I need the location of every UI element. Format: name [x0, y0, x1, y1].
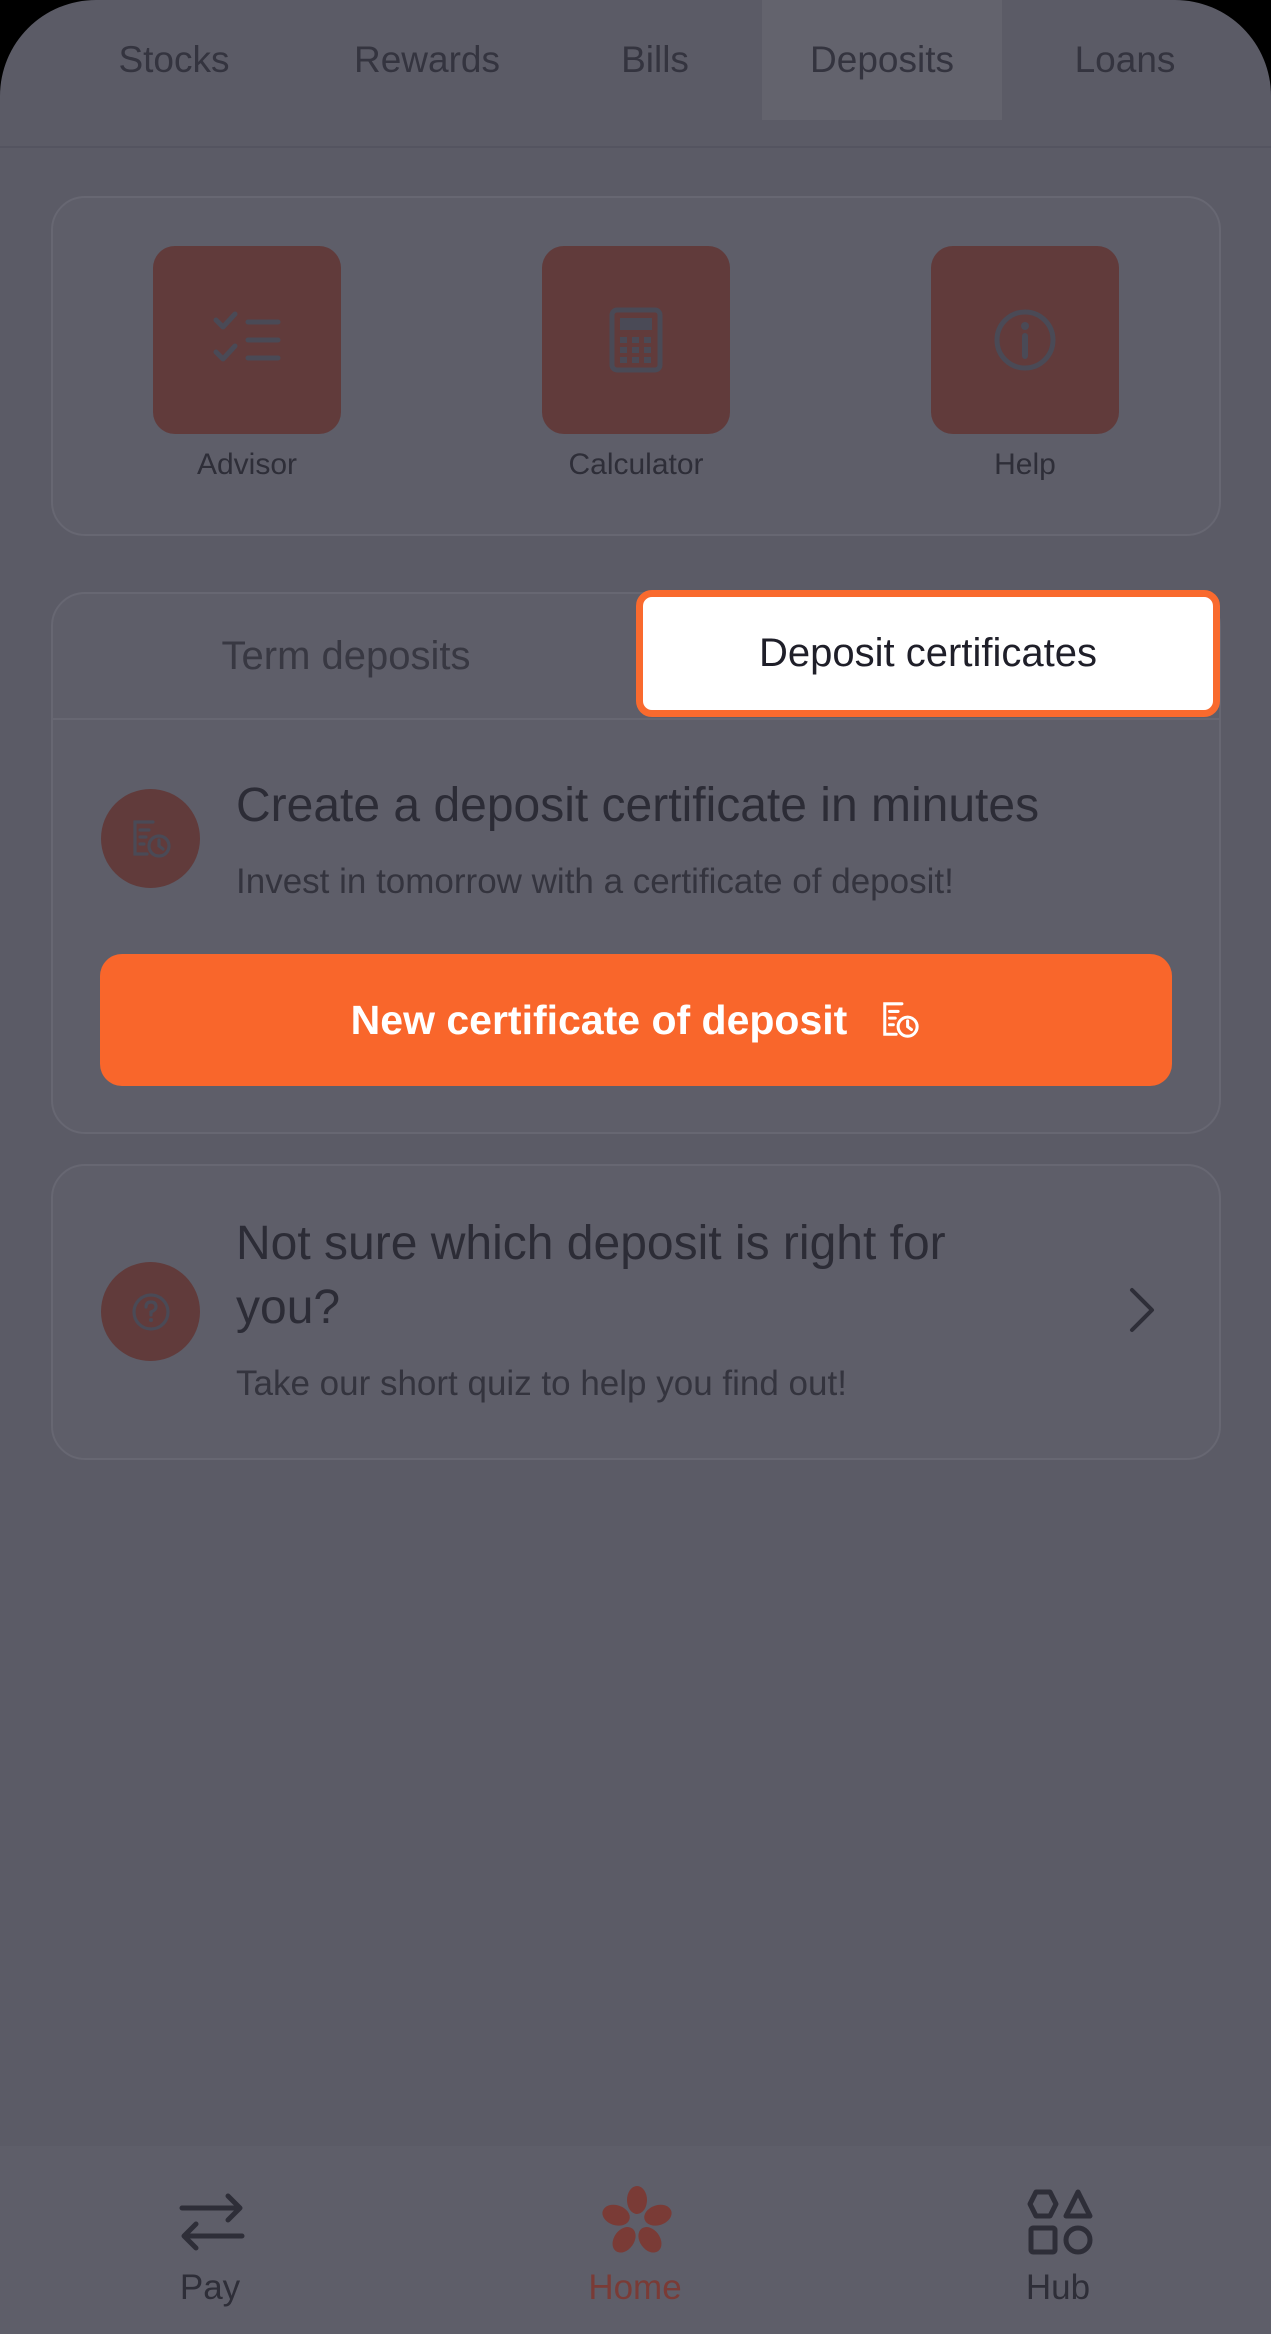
question-icon	[101, 1262, 200, 1361]
chevron-right-icon[interactable]	[1128, 1286, 1156, 1334]
new-certificate-button[interactable]: New certificate of deposit	[100, 954, 1172, 1086]
promo-title: Create a deposit certificate in minutes	[236, 779, 1040, 832]
nav-hub[interactable]: Hub	[938, 2146, 1178, 2334]
tab-bills[interactable]: Bills	[590, 0, 720, 120]
promo-subtitle: Invest in tomorrow with a certificate of…	[236, 862, 954, 901]
certificate-clock-icon	[883, 1002, 919, 1038]
tab-stocks[interactable]: Stocks	[84, 0, 264, 120]
nav-pay[interactable]: Pay	[90, 2146, 330, 2334]
tab-loans[interactable]: Loans	[1040, 0, 1210, 120]
new-certificate-button-label: New certificate of deposit	[350, 996, 848, 1043]
info-icon	[994, 309, 1056, 371]
help-button[interactable]	[931, 246, 1119, 434]
segment-deposit-certificates[interactable]: Deposit certificates	[636, 590, 1220, 717]
calculator-label: Calculator	[568, 448, 704, 481]
nav-home-label: Home	[588, 2268, 682, 2307]
advisor-label: Advisor	[196, 448, 298, 481]
quiz-subtitle: Take our short quiz to help you find out…	[236, 1364, 847, 1403]
shapes-icon	[1027, 2189, 1093, 2255]
segment-term-deposits[interactable]: Term deposits	[51, 592, 641, 720]
help-label: Help	[994, 448, 1056, 481]
certificate-clock-icon	[101, 789, 200, 888]
bottom-navigation: Pay Home Hub	[0, 2146, 1271, 2334]
top-tab-bar: Stocks Rewards Bills Deposits Loans	[0, 0, 1271, 148]
calculator-button[interactable]	[542, 246, 730, 434]
transfer-arrows-icon	[179, 2193, 245, 2251]
screen: Stocks Rewards Bills Deposits Loans Advi…	[0, 0, 1271, 2334]
tab-rewards[interactable]: Rewards	[330, 0, 524, 120]
nav-pay-label: Pay	[179, 2268, 241, 2307]
segment-divider	[51, 718, 1221, 720]
flower-logo-icon	[602, 2186, 672, 2253]
calculator-icon	[609, 307, 663, 373]
tab-deposits[interactable]: Deposits	[762, 0, 1002, 120]
nav-home[interactable]: Home	[515, 2146, 755, 2334]
nav-hub-label: Hub	[1025, 2268, 1091, 2307]
checklist-icon	[213, 311, 281, 362]
advisor-button[interactable]	[153, 246, 341, 434]
quiz-title: Not sure which deposit is right for you?	[236, 1217, 946, 1334]
